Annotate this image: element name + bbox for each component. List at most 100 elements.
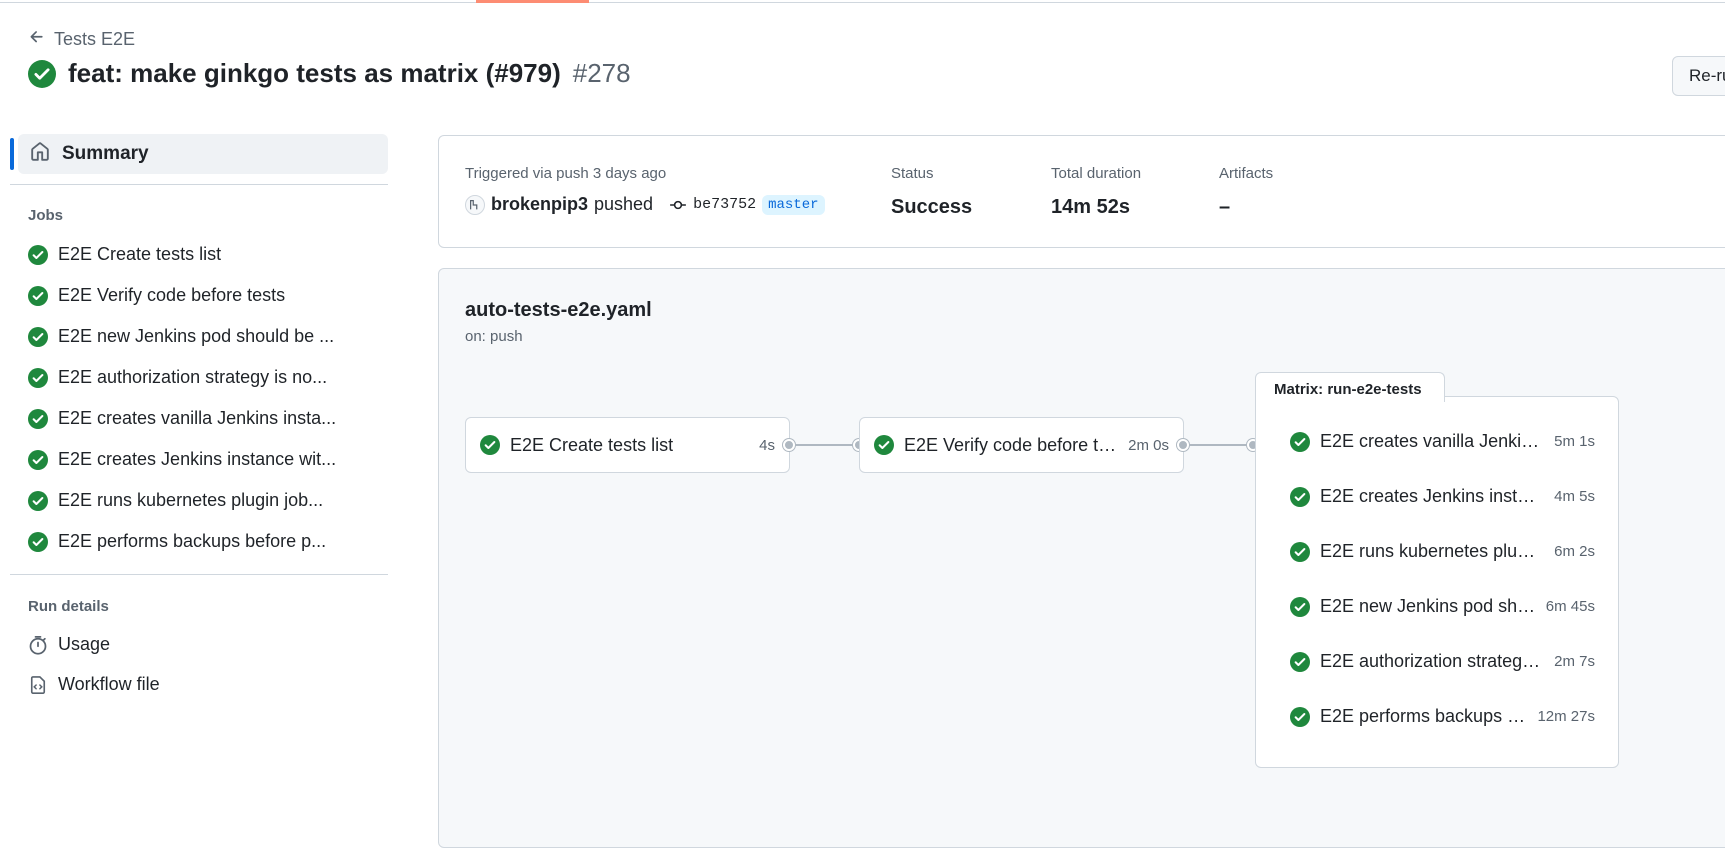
graph-job-duration: 2m 0s bbox=[1128, 436, 1169, 454]
check-circle-icon bbox=[28, 490, 48, 511]
usage-label: Usage bbox=[58, 634, 111, 654]
sidebar-item-label: Summary bbox=[62, 143, 149, 164]
active-indicator bbox=[10, 138, 14, 170]
back-link[interactable]: Tests E2E bbox=[28, 28, 135, 51]
matrix-job-label: E2E creates vanilla Jenkins instance bbox=[1320, 431, 1544, 451]
actor-link[interactable]: brokenpip3 bbox=[491, 194, 588, 215]
sidebar-job[interactable]: E2E creates Jenkins instance wit... bbox=[28, 449, 368, 470]
check-circle-icon bbox=[1290, 486, 1310, 507]
check-circle-icon bbox=[28, 285, 48, 306]
graph-job-node[interactable]: E2E Verify code before tests 2m 0s bbox=[859, 417, 1184, 473]
check-circle-icon bbox=[28, 408, 48, 429]
sidebar-job[interactable]: E2E authorization strategy is no... bbox=[28, 367, 368, 388]
sidebar-job-label: E2E performs backups before p... bbox=[58, 531, 327, 551]
artifacts-value: – bbox=[1219, 196, 1231, 218]
sidebar-job[interactable]: E2E Verify code before tests bbox=[28, 285, 368, 306]
sidebar-item-summary[interactable]: Summary bbox=[18, 134, 388, 174]
graph-job-duration: 4s bbox=[759, 436, 775, 454]
page-title: feat: make ginkgo tests as matrix (#979)… bbox=[28, 58, 631, 89]
sidebar-item-workflow-file[interactable]: Workflow file bbox=[28, 674, 160, 695]
matrix-job[interactable]: E2E authorization strategy is 2m 7s bbox=[1290, 651, 1595, 672]
file-code-icon bbox=[28, 675, 48, 695]
status-label: Status bbox=[891, 165, 934, 182]
sidebar-job-label: E2E authorization strategy is no... bbox=[58, 367, 328, 387]
graph-job-label: E2E Create tests list bbox=[510, 434, 674, 455]
sidebar-job[interactable]: E2E performs backups before p... bbox=[28, 531, 368, 552]
matrix-job[interactable]: E2E runs kubernetes plugin job 6m 2s bbox=[1290, 541, 1595, 562]
sidebar-job-label: E2E new Jenkins pod should be ... bbox=[58, 326, 335, 346]
git-commit-icon bbox=[669, 196, 687, 214]
matrix-job[interactable]: E2E performs backups before 12m 27s bbox=[1290, 706, 1595, 727]
graph-job-node[interactable]: E2E Create tests list 4s bbox=[465, 417, 790, 473]
sidebar-job-label: E2E creates vanilla Jenkins insta... bbox=[58, 408, 337, 428]
connector-line bbox=[1189, 444, 1247, 446]
graph-job-label: E2E Verify code before tests bbox=[904, 434, 1119, 455]
check-circle-icon bbox=[1290, 431, 1310, 452]
check-circle-icon bbox=[1290, 596, 1310, 617]
avatar[interactable] bbox=[465, 194, 485, 215]
matrix-job-duration: 4m 5s bbox=[1554, 488, 1595, 505]
matrix-job[interactable]: E2E creates Jenkins instance with 4m 5s bbox=[1290, 486, 1595, 507]
matrix-job-label: E2E performs backups before bbox=[1320, 706, 1528, 726]
sidebar-job[interactable]: E2E new Jenkins pod should be ... bbox=[28, 326, 368, 347]
connector-dot bbox=[783, 439, 795, 451]
check-circle-icon bbox=[28, 449, 48, 470]
sidebar-job[interactable]: E2E runs kubernetes plugin job... bbox=[28, 490, 368, 511]
check-circle-icon bbox=[28, 326, 48, 347]
matrix-title: Matrix: run-e2e-tests bbox=[1255, 372, 1445, 402]
connector-dot bbox=[1177, 439, 1189, 451]
matrix-job[interactable]: E2E new Jenkins pod should be 6m 45s bbox=[1290, 596, 1595, 617]
run-number: #278 bbox=[572, 58, 631, 88]
branch-badge[interactable]: master bbox=[762, 194, 825, 215]
check-circle-icon bbox=[28, 531, 48, 552]
check-circle-icon bbox=[28, 59, 56, 88]
back-link-label: Tests E2E bbox=[54, 29, 136, 49]
check-circle-icon bbox=[480, 435, 500, 455]
commit-sha-link[interactable]: be73752 bbox=[693, 196, 756, 213]
matrix-job-label: E2E creates Jenkins instance with bbox=[1320, 486, 1544, 506]
matrix-job[interactable]: E2E creates vanilla Jenkins instance 5m 1… bbox=[1290, 431, 1595, 452]
matrix-group: E2E creates vanilla Jenkins instance 5m 1… bbox=[1255, 396, 1619, 768]
sidebar-job-label: E2E runs kubernetes plugin job... bbox=[58, 490, 324, 510]
connector-line bbox=[795, 444, 853, 446]
workflow-file-name[interactable]: auto-tests-e2e.yaml bbox=[465, 299, 652, 322]
matrix-job-duration: 6m 2s bbox=[1554, 543, 1595, 560]
duration-block: Total duration 14m 52s bbox=[1051, 165, 1141, 219]
trigger-info: brokenpip3 pushed be73752 master bbox=[465, 194, 825, 215]
check-circle-icon bbox=[1290, 651, 1310, 672]
check-circle-icon bbox=[874, 435, 894, 455]
matrix-job-duration: 2m 7s bbox=[1554, 653, 1595, 670]
rerun-all-jobs-button[interactable]: Re-run all jobs bbox=[1672, 56, 1725, 96]
sidebar-job[interactable]: E2E creates vanilla Jenkins insta... bbox=[28, 408, 368, 429]
run-details-heading: Run details bbox=[28, 598, 109, 615]
check-circle-icon bbox=[1290, 706, 1310, 727]
divider bbox=[10, 574, 388, 575]
sidebar-job-label: E2E Create tests list bbox=[58, 244, 222, 264]
sidebar-job[interactable]: E2E Create tests list bbox=[28, 244, 368, 265]
matrix-job-label: E2E runs kubernetes plugin job bbox=[1320, 541, 1544, 561]
run-summary-card: Triggered via push 3 days ago brokenpip3… bbox=[438, 135, 1725, 248]
matrix-job-duration: 12m 27s bbox=[1537, 708, 1595, 725]
duration-value: 14m 52s bbox=[1051, 196, 1130, 218]
matrix-job-duration: 5m 1s bbox=[1554, 433, 1595, 450]
check-circle-icon bbox=[28, 367, 48, 388]
workflow-graph: auto-tests-e2e.yaml on: push E2E Create … bbox=[438, 268, 1725, 848]
run-title: feat: make ginkgo tests as matrix (#979) bbox=[68, 58, 561, 88]
artifacts-label: Artifacts bbox=[1219, 165, 1274, 182]
triggered-label: Triggered via push 3 days ago bbox=[465, 165, 667, 182]
jobs-heading: Jobs bbox=[28, 207, 64, 224]
stopwatch-icon bbox=[28, 635, 48, 655]
matrix-job-label: E2E new Jenkins pod should be bbox=[1320, 596, 1536, 616]
arrow-left-icon bbox=[28, 28, 46, 51]
check-circle-icon bbox=[1290, 541, 1310, 562]
top-nav-border bbox=[0, 0, 1725, 3]
status-value: Success bbox=[891, 196, 973, 218]
check-circle-icon bbox=[28, 244, 48, 265]
matrix-job-duration: 6m 45s bbox=[1545, 598, 1595, 615]
workflow-trigger: on: push bbox=[465, 328, 523, 345]
artifacts-block: Artifacts – bbox=[1219, 165, 1273, 219]
divider bbox=[10, 184, 388, 185]
matrix-job-label: E2E authorization strategy is bbox=[1320, 651, 1545, 671]
active-tab-underline bbox=[476, 0, 589, 3]
sidebar-item-usage[interactable]: Usage bbox=[28, 634, 110, 655]
